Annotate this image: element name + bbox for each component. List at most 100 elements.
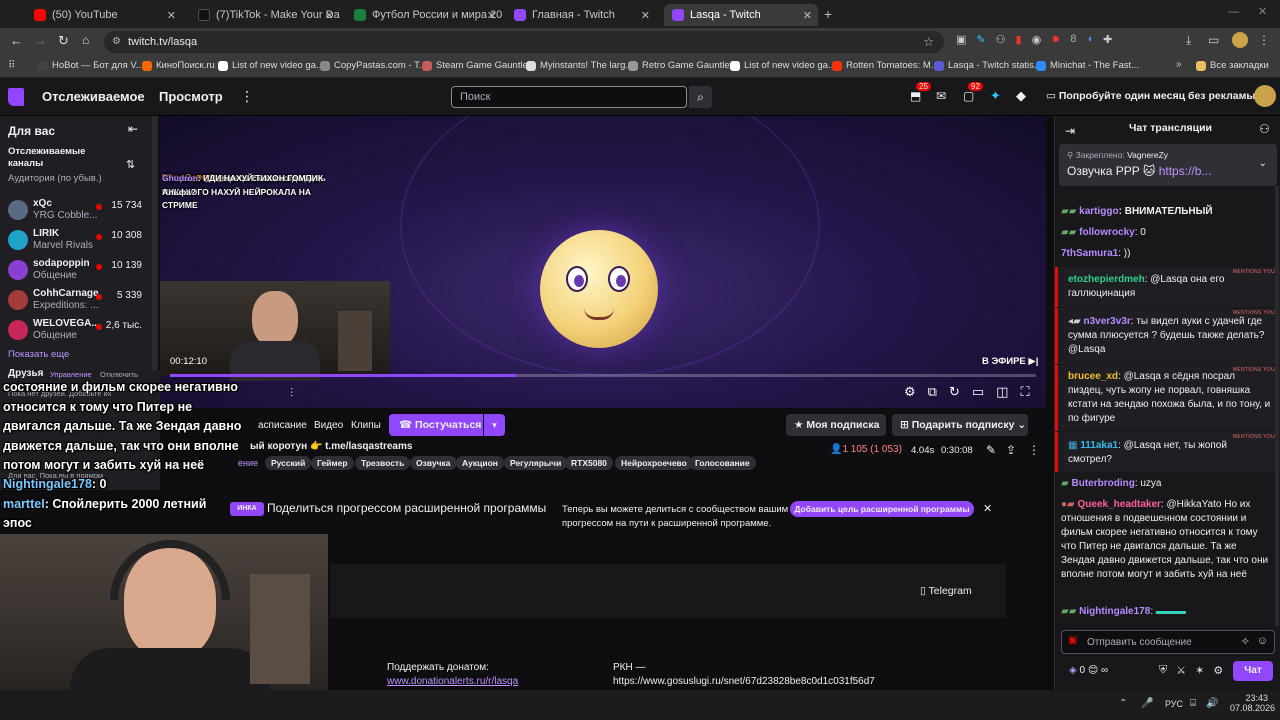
rewind-icon[interactable]: ↻ — [949, 384, 960, 400]
bookmark-item[interactable]: Rotten Tomatoes: M... — [832, 60, 939, 71]
prediction-icon[interactable]: ✶ — [1195, 664, 1204, 677]
network-icon[interactable]: ⌸ — [1190, 698, 1196, 709]
tab-tiktok[interactable]: (7)TikTok - Make Your Day ✕ — [190, 4, 340, 26]
language-indicator[interactable]: РУС — [1165, 699, 1183, 709]
add-goal-button[interactable]: Добавить цель расширенной программы — [790, 501, 974, 517]
pinned-message[interactable]: ⚲ Закреплено: VagnereZy Озвучка PPP 🐱 ht… — [1059, 144, 1277, 186]
all-bookmarks-folder[interactable]: Все закладки — [1196, 60, 1269, 71]
window-close-button[interactable]: ✕ — [1258, 5, 1267, 18]
tag-rtx5080[interactable]: RTX5080 — [565, 456, 613, 470]
extensions-puzzle-icon[interactable]: ✚ — [1103, 33, 1112, 46]
fullscreen-icon[interactable]: ⛶ — [1020, 384, 1029, 400]
search-button[interactable]: ⌕ — [689, 86, 712, 108]
emote-picker-icon[interactable]: ☺ — [1257, 635, 1268, 647]
promo-link[interactable]: ▭ Попробуйте один месяц без рекламы — [1046, 90, 1255, 102]
bits-icon[interactable]: ◆ — [1016, 88, 1026, 104]
video-player[interactable]: TihonGompik: Teitoku_POI: @Lasqa Тишина … — [160, 116, 1046, 408]
sidebar-scrollbar[interactable] — [152, 116, 158, 376]
sidebar-channel-lirik[interactable]: LIRIK Marvel Rivals 10 308 — [0, 226, 152, 256]
sidepanel-icon[interactable]: ▭ — [1208, 33, 1219, 47]
collapse-chat-icon[interactable]: ⇥ — [1065, 124, 1075, 138]
bookmark-item[interactable]: List of new video ga... — [730, 60, 836, 71]
minimize-button[interactable]: — — [1228, 6, 1239, 18]
live-indicator[interactable]: В ЭФИРЕ ▶| — [982, 356, 1038, 367]
close-icon[interactable]: ✕ — [167, 9, 176, 22]
tab-clips[interactable]: Клипы — [351, 420, 381, 431]
user-avatar[interactable] — [1254, 85, 1276, 107]
nav-followed[interactable]: Отслеживаемое — [42, 89, 145, 104]
prime-icon[interactable]: ✦ — [990, 88, 1001, 104]
notifications-icon[interactable]: ▢ — [963, 89, 974, 103]
tag-voiceover[interactable]: Озвучка — [410, 456, 457, 470]
chevron-down-icon[interactable]: ⌄ — [1259, 158, 1267, 169]
tag-gamer[interactable]: Геймер — [311, 456, 354, 470]
more-options-icon[interactable]: ⋮ — [1028, 443, 1040, 457]
progress-track[interactable] — [170, 374, 1036, 377]
tag-russian[interactable]: Русский — [265, 456, 312, 470]
tab-schedule[interactable]: асписание — [258, 420, 307, 431]
profile-avatar[interactable] — [1232, 32, 1248, 48]
chat-scrollbar[interactable] — [1275, 186, 1279, 626]
more-icon[interactable]: ⋮ — [240, 88, 254, 105]
telegram-link[interactable]: ▯ Telegram — [920, 585, 972, 597]
nav-browse[interactable]: Просмотр — [159, 89, 223, 104]
gear-icon[interactable]: ⚙ — [1213, 664, 1223, 677]
home-icon[interactable]: ⌂ — [82, 33, 89, 47]
chat-input[interactable]: ▣ Отправить сообщение ✧ ☺ — [1061, 630, 1275, 654]
extension-icon[interactable]: ◉ — [1032, 33, 1042, 46]
tag-voting[interactable]: Голосование — [689, 456, 756, 470]
settings-gear-icon[interactable]: ⚙ — [904, 384, 916, 400]
bookmark-item[interactable]: Retro Game Gauntlet — [628, 60, 732, 71]
chat-users-icon[interactable]: ⚇ — [1259, 122, 1270, 136]
extension-icon[interactable]: ✸ — [1051, 33, 1060, 46]
extension-icon[interactable]: ◖ — [1087, 33, 1094, 46]
close-icon[interactable]: ✕ — [325, 9, 334, 22]
microphone-icon[interactable]: 🎤 — [1141, 698, 1153, 709]
inbox-icon[interactable]: ✉ — [936, 89, 946, 103]
sort-icon[interactable]: ⇅ — [126, 158, 135, 171]
tag-neuro[interactable]: Нейрохроечево — [615, 456, 693, 470]
extension-icon[interactable]: ⚇ — [996, 33, 1006, 46]
extension-icon[interactable]: ▮ — [1016, 33, 1022, 46]
close-icon[interactable]: ✕ — [487, 9, 496, 22]
download-icon[interactable]: ⤓ — [1186, 33, 1191, 48]
bookmark-item[interactable]: Myinstants! The larg... — [526, 60, 633, 71]
share-icon[interactable]: ⇪ — [1006, 443, 1016, 457]
tag-regulars[interactable]: Регулярычи — [504, 456, 568, 470]
close-icon[interactable]: ✕ — [641, 9, 650, 22]
sidebar-toggle-icon[interactable]: ◫ — [996, 384, 1008, 400]
sword-icon[interactable]: ⚔ — [1176, 664, 1186, 677]
menu-icon[interactable]: ⋮ — [1258, 33, 1270, 47]
bookmark-item[interactable]: КиноПоиск.ru — [142, 60, 215, 71]
donate-link[interactable]: www.donationalerts.ru/r/lasqa — [387, 676, 518, 687]
collapse-sidebar-icon[interactable]: ⇤ — [128, 122, 138, 136]
reload-icon[interactable]: ↻ — [58, 33, 69, 49]
channel-points[interactable]: ◈ 0 😊 ∞ — [1069, 665, 1108, 676]
friends-off-link[interactable]: Отключить — [100, 370, 138, 379]
tray-chevron-icon[interactable]: ⌃ — [1119, 698, 1127, 709]
bookmark-item[interactable]: Steam Game Gauntlet — [422, 60, 531, 71]
sidebar-channel-xqc[interactable]: xQc YRG Cobble... 15 734 — [0, 196, 152, 226]
show-more-link[interactable]: Показать еще — [8, 349, 69, 360]
bookmark-item[interactable]: Lasqa - Twitch statis... — [934, 60, 1042, 71]
extension-icon[interactable]: ▣ — [956, 33, 966, 46]
friends-manage-link[interactable]: Управление — [50, 370, 92, 379]
apps-icon[interactable]: ⠿ — [8, 60, 15, 71]
knock-dropdown[interactable]: ▾ — [484, 414, 505, 436]
chat-send-button[interactable]: Чат — [1233, 661, 1273, 681]
shield-icon[interactable]: ⛨ — [1159, 664, 1167, 677]
extension-icon[interactable]: ✎ — [976, 33, 985, 46]
tag-auction[interactable]: Аукцион — [456, 456, 504, 470]
new-tab-button[interactable]: + — [824, 6, 832, 22]
clip-icon[interactable]: ⧉ — [928, 384, 937, 400]
twitch-logo-icon[interactable] — [8, 88, 24, 106]
tab-twitch-home[interactable]: Главная - Twitch ✕ — [506, 4, 656, 26]
search-input[interactable]: Поиск — [451, 86, 687, 108]
gift-subscription-button[interactable]: ⊞ Подарить подписку ⌄ — [892, 414, 1028, 436]
tab-videos[interactable]: Видео — [314, 420, 343, 431]
close-icon[interactable]: ✕ — [803, 9, 812, 22]
camera-icon[interactable]: ▣ — [1068, 635, 1077, 646]
stream-category[interactable]: ение — [238, 458, 258, 468]
bookmark-item[interactable]: List of new video ga... — [218, 60, 324, 71]
bookmark-item[interactable]: HoBot — Бот для V... — [38, 60, 144, 71]
